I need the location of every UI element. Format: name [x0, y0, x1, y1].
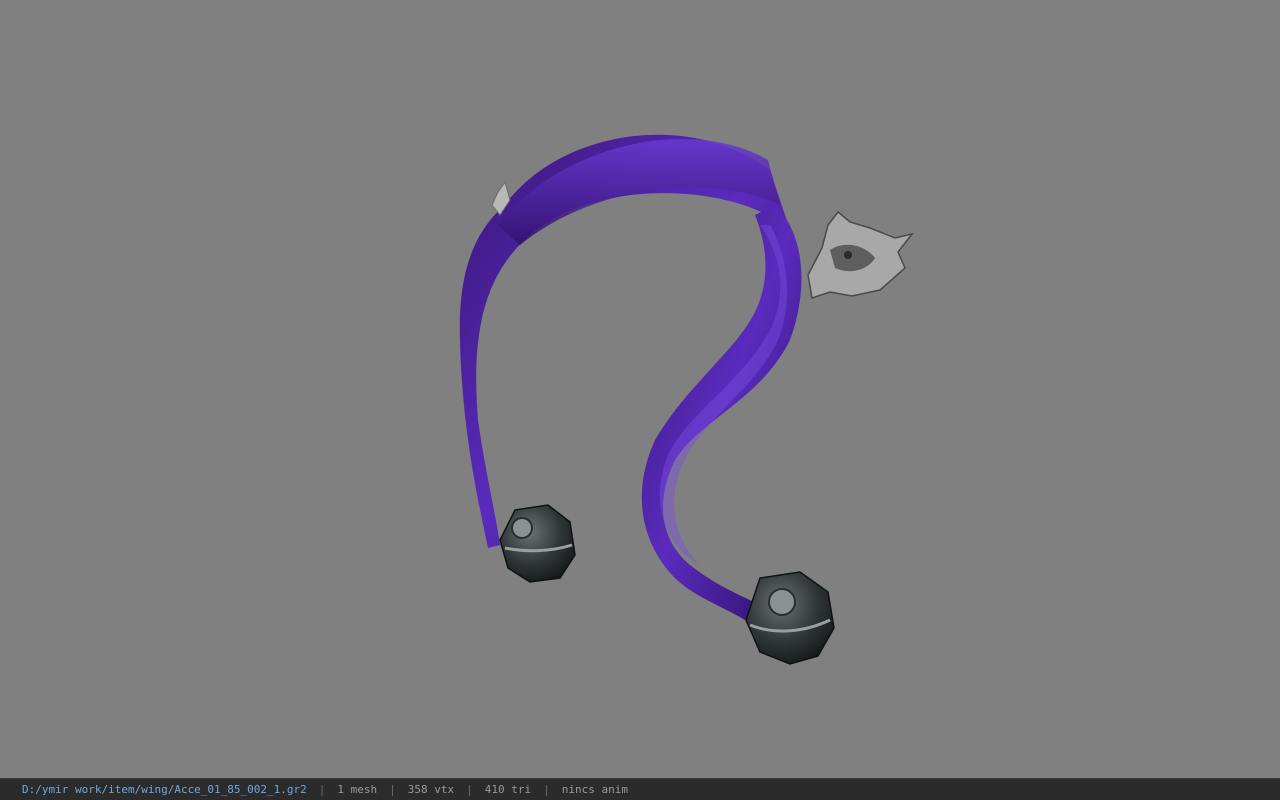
ball-ornament-left [499, 504, 576, 583]
status-bar: D:/ymir work/item/wing/Acce_01_85_002_1.… [0, 778, 1280, 800]
ball-ornament-right [745, 571, 835, 665]
scarf-band-front [641, 205, 802, 620]
triangle-count: 410 tri [484, 783, 532, 796]
separator: | [543, 783, 550, 796]
separator: | [389, 783, 396, 796]
vertex-count: 358 vtx [407, 783, 455, 796]
3d-viewport[interactable] [0, 0, 1280, 778]
separator: | [318, 783, 326, 796]
file-path: D:/ymir work/item/wing/Acce_01_85_002_1.… [22, 783, 307, 796]
separator: | [466, 783, 473, 796]
animation-status: nincs anim [561, 783, 628, 796]
wolf-head-ornament [807, 210, 914, 299]
mesh-count: 1 mesh [337, 783, 378, 796]
model-render [459, 134, 914, 665]
